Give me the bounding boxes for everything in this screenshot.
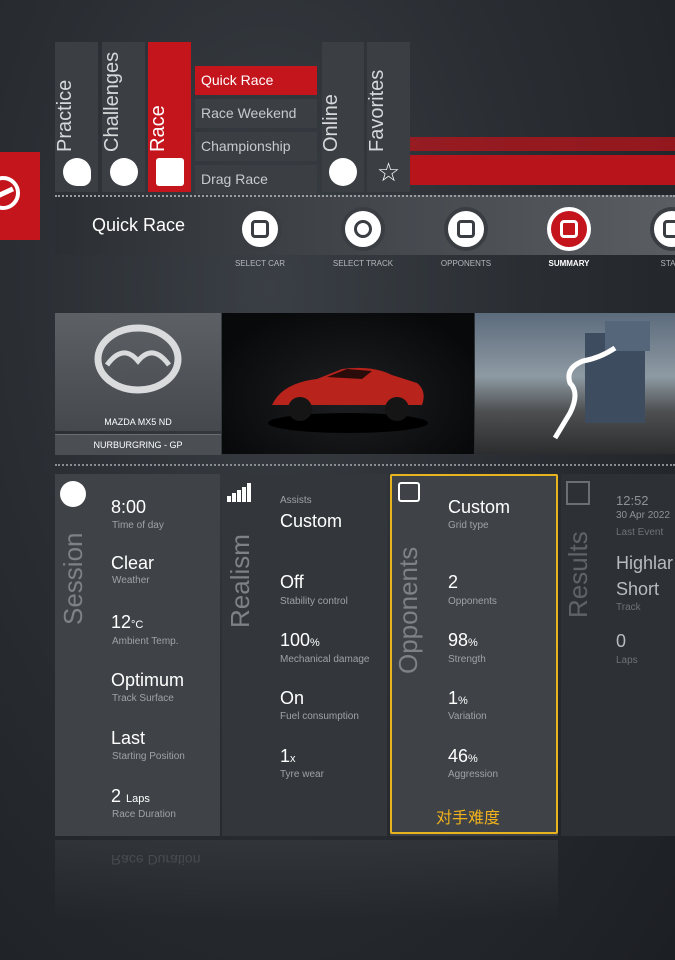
signal-bars-icon <box>227 482 253 502</box>
fuel-consumption-value: On <box>280 688 305 708</box>
step-summary-button[interactable] <box>547 207 591 251</box>
starting-position-value: Last <box>111 728 146 748</box>
mechanical-damage-label: Mechanical damage <box>280 654 370 665</box>
tyre-wear-value: 1x <box>280 746 296 766</box>
track-preview-image[interactable] <box>475 313 675 454</box>
opponent-difficulty-annotation: 对手难度 <box>436 810 501 827</box>
race-duration-value: 2 Laps <box>111 786 150 806</box>
helmet-icon <box>62 158 91 186</box>
ambient-temp-value: 12°C <box>111 612 144 632</box>
starting-position-label: Starting Position <box>112 751 185 762</box>
tab-challenges[interactable]: Challenges <box>100 42 145 192</box>
track-icon <box>354 220 372 238</box>
results-title: Results <box>563 531 593 618</box>
step-select-track-button[interactable] <box>341 207 385 251</box>
car-icon <box>251 220 269 238</box>
results-track-line2: Short <box>616 579 660 599</box>
fuel-consumption-label: Fuel consumption <box>280 711 359 722</box>
step-opponents-button[interactable] <box>444 207 488 251</box>
steps-divider <box>55 195 675 197</box>
results-laps-label: Laps <box>616 655 638 666</box>
ambient-temp-label: Ambient Temp. <box>112 636 179 647</box>
session-title: Session <box>58 532 88 626</box>
submenu-drag-race[interactable]: Drag Race <box>195 165 317 194</box>
tab-favorites-label: Favorites <box>365 69 388 152</box>
mechanical-damage-value: 100% <box>280 630 320 650</box>
mazda-logo-icon <box>94 324 182 394</box>
clock-icon <box>60 481 86 507</box>
time-of-day-label: Time of day <box>112 520 164 531</box>
step-label-start: STA <box>660 259 675 268</box>
step-label-summary: SUMMARY <box>548 259 590 268</box>
submenu-quick-race[interactable]: Quick Race <box>195 66 317 95</box>
stopwatch-icon <box>109 158 138 186</box>
submenu-championship[interactable]: Championship <box>195 132 317 161</box>
side-race-badge[interactable] <box>0 152 40 240</box>
grid-icon <box>457 220 475 238</box>
tyre-wear-label: Tyre wear <box>280 769 324 780</box>
step-label-opponents: OPPONENTS <box>440 259 492 268</box>
stability-control-label: Stability control <box>280 596 348 607</box>
track-surface-label: Track Surface <box>112 693 174 704</box>
weather-label: Weather <box>112 575 150 586</box>
section-divider <box>55 464 675 466</box>
results-track-line1: Highlar <box>616 553 674 573</box>
stability-control-value: Off <box>280 572 304 592</box>
car-preview-image[interactable] <box>222 313 474 454</box>
temp-unit: °C <box>131 619 144 631</box>
opponents-highlight-frame <box>390 474 558 834</box>
time-of-day-value: 8:00 <box>111 497 147 517</box>
tab-race[interactable]: Race <box>146 42 191 192</box>
assists-label: Assists <box>280 495 312 506</box>
weather-value: Clear <box>111 553 155 573</box>
last-event-label: Last Event <box>616 527 664 538</box>
assists-value: Custom <box>280 511 343 531</box>
reflection-text: Race Duration <box>111 852 201 868</box>
damage-unit: % <box>310 637 320 649</box>
tab-practice-label: Practice <box>53 79 76 152</box>
clipboard-icon <box>560 220 578 238</box>
step-select-car-button[interactable] <box>238 207 282 251</box>
results-time: 12:52 <box>616 493 649 508</box>
tab-challenges-label: Challenges <box>100 51 123 152</box>
race-duration-label: Race Duration <box>112 809 176 820</box>
tab-favorites[interactable]: Favorites ☆ <box>365 42 410 192</box>
tab-practice[interactable]: Practice <box>53 42 98 192</box>
tab-race-label: Race <box>146 105 169 152</box>
results-laps-value: 0 <box>616 631 627 651</box>
results-date: 30 Apr 2022 <box>616 510 670 521</box>
step-label-select-track: SELECT TRACK <box>332 259 394 268</box>
tab-online-label: Online <box>320 94 342 152</box>
star-icon: ☆ <box>376 157 401 187</box>
steering-wheel-icon <box>0 176 20 210</box>
online-car-icon <box>329 158 357 186</box>
tab-online[interactable]: Online <box>320 42 364 192</box>
page-title: Quick Race <box>92 215 186 235</box>
results-track-label: Track <box>616 602 641 613</box>
track-name: NURBURGRING - GP <box>55 434 221 455</box>
duration-unit: Laps <box>126 793 150 805</box>
step-label-select-car: SELECT CAR <box>234 259 286 268</box>
calendar-icon <box>566 481 590 505</box>
car-name: MAZDA MX5 ND <box>104 417 172 427</box>
track-surface-value: Optimum <box>111 670 185 690</box>
submenu-race-weekend[interactable]: Race Weekend <box>195 99 317 128</box>
checkered-flag-icon <box>663 220 675 238</box>
podium-icon <box>155 158 184 186</box>
tyre-unit: x <box>290 753 296 765</box>
realism-title: Realism <box>225 534 255 628</box>
